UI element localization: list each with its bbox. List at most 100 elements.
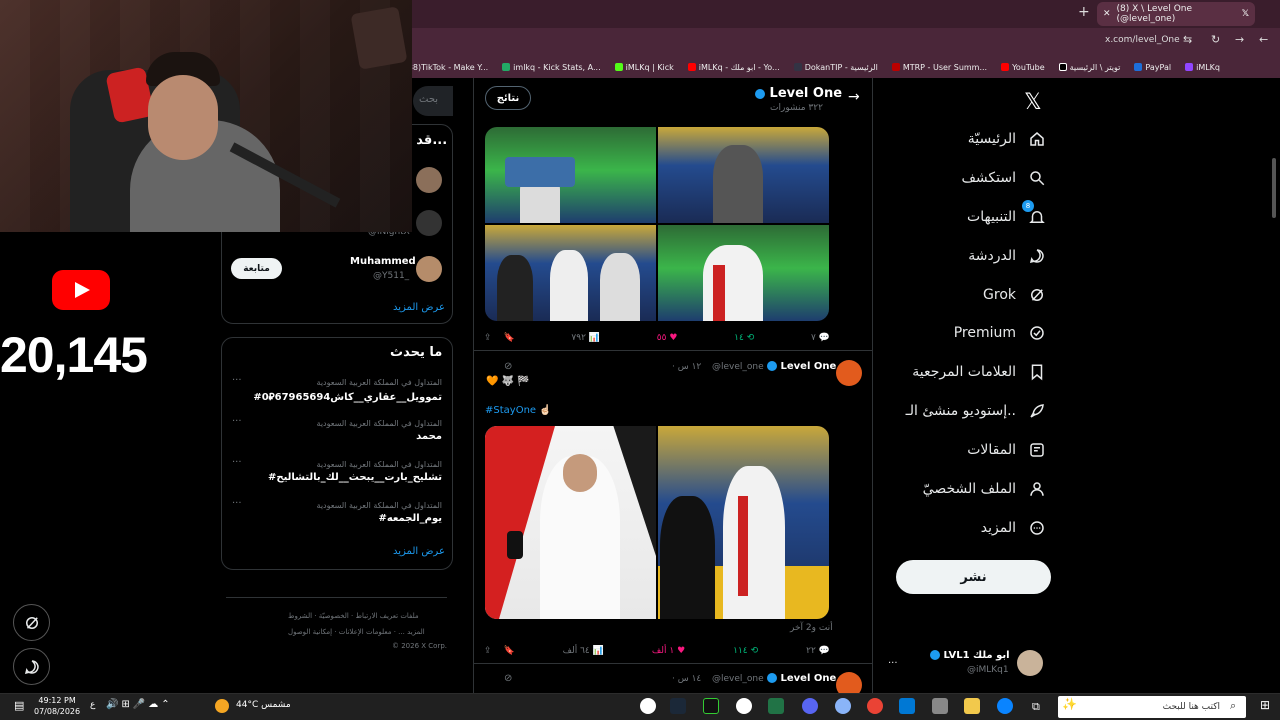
grok-icon[interactable]: ⊘	[504, 361, 512, 372]
trend-name[interactable]: #تموويل__عقاري__كاش67965694⃁0	[230, 390, 442, 403]
trend-name[interactable]: #تشليح_بارت__يبحث__لك_بالتشاليح	[230, 472, 442, 483]
nav-premium[interactable]: Premium	[880, 318, 1046, 348]
reload-icon[interactable]: ↻	[1211, 33, 1220, 46]
footer-link[interactable]: معلومات الإعلانات	[339, 628, 392, 636]
nav-home[interactable]: الرئيسيّة	[880, 124, 1046, 154]
share-icon[interactable]: ⇪	[484, 646, 492, 656]
reply-button[interactable]: 💬 ٧	[811, 330, 830, 346]
app-icon[interactable]	[703, 698, 719, 714]
start-button[interactable]: ⊞	[1260, 698, 1270, 712]
footer-link[interactable]: إمكانية الوصول	[288, 628, 332, 636]
bookmark-icon[interactable]: 🔖	[504, 646, 515, 656]
bookmark-item[interactable]: iMLKq | Kick	[614, 63, 674, 72]
nav-articles[interactable]: المقالات	[880, 435, 1046, 465]
discord-app-icon[interactable]	[802, 698, 818, 714]
new-tab-button[interactable]: +	[1078, 4, 1090, 20]
bookmark-item[interactable]: تويتر \ الرئيسية	[1058, 63, 1120, 72]
more-options-icon[interactable]: ···	[232, 416, 242, 427]
liked-by-caption[interactable]: أنت و2 آخر	[790, 623, 833, 633]
footer-link[interactable]: الشروط	[288, 612, 312, 620]
like-button[interactable]: ♥ ١ ألف	[652, 643, 685, 659]
show-more-link[interactable]: عرض المزيد	[393, 302, 445, 313]
footer-link[interactable]: ملفات تعريف الارتباط	[356, 612, 419, 620]
bookmark-item[interactable]: imlkq - Kick Stats, A...	[502, 63, 601, 72]
forward-icon[interactable]: →	[1235, 33, 1244, 46]
nav-explore[interactable]: استكشف	[880, 163, 1046, 193]
nav-notifications[interactable]: التنبيهات 8	[880, 200, 1046, 232]
back-icon[interactable]: ←	[1259, 33, 1268, 46]
system-tray-icons[interactable]: 🔊⊞🎤☁⌃	[106, 699, 173, 710]
bookmark-item[interactable]: MTRP - User Summ...	[891, 63, 987, 72]
tweet-author-name[interactable]: Level One	[767, 673, 836, 684]
tweet-media-image[interactable]	[658, 127, 829, 223]
avatar[interactable]	[416, 210, 442, 236]
repost-button[interactable]: ⟲ ١٤	[734, 330, 754, 346]
weather-text[interactable]: 44°C مشمس	[236, 700, 291, 710]
store-app-icon[interactable]	[932, 698, 948, 714]
nav-grok[interactable]: Grok	[880, 280, 1046, 310]
tweet-author-name[interactable]: Level One	[767, 361, 836, 372]
footer-link[interactable]: الخصوصيّة	[319, 612, 349, 620]
post-button[interactable]: نشر	[896, 560, 1051, 594]
tweet-media-image[interactable]	[658, 225, 829, 321]
repost-button[interactable]: ⟲ ١١٤	[733, 643, 758, 659]
tweet-media-image[interactable]	[658, 426, 829, 619]
site-settings-icon[interactable]: ⇆	[1183, 33, 1192, 46]
chrome-app-icon[interactable]	[640, 698, 656, 714]
url-field[interactable]: x.com/level_One	[1105, 35, 1180, 45]
trend-name[interactable]: #يوم_الجمعه	[230, 513, 442, 524]
chrome-app-icon[interactable]	[867, 698, 883, 714]
avatar[interactable]	[836, 360, 862, 386]
tweet-timestamp[interactable]: · ١٢ س	[672, 362, 701, 372]
nav-chat[interactable]: الدردشة	[880, 241, 1046, 271]
search-highlight-icon[interactable]: ✨	[1062, 697, 1077, 711]
tweet-text[interactable]: #StayOne ☝🏻	[485, 405, 552, 416]
user-name[interactable]: Muhammed	[350, 256, 416, 267]
x-logo-icon[interactable]: 𝕏	[1024, 90, 1042, 115]
more-options-icon[interactable]: ···	[232, 457, 242, 468]
steam-app-icon[interactable]	[670, 698, 686, 714]
messages-float-button[interactable]	[13, 648, 50, 685]
trend-name[interactable]: محمد	[230, 431, 442, 442]
nav-more[interactable]: المزيد	[880, 513, 1046, 543]
copilot-app-icon[interactable]	[835, 698, 851, 714]
grok-icon[interactable]: ⊘	[504, 673, 512, 684]
tweet-media-image[interactable]	[485, 127, 656, 223]
avatar[interactable]	[1017, 650, 1043, 676]
close-tab-icon[interactable]: ✕	[1103, 9, 1111, 19]
nav-bookmarks[interactable]: العلامات المرجعية	[880, 357, 1046, 387]
search-input[interactable]: بحث	[413, 86, 453, 116]
show-more-link[interactable]: عرض المزيد	[393, 546, 445, 557]
nav-creator-studio[interactable]: إستوديو منشئ الـ..	[880, 396, 1046, 426]
obs-app-icon[interactable]	[736, 698, 752, 714]
edge-app-icon[interactable]	[997, 698, 1013, 714]
taskbar-search-input[interactable]: اكتب هنا للبحث	[1058, 696, 1246, 718]
notifications-icon[interactable]: ▤	[14, 699, 24, 712]
bookmark-item[interactable]: PayPal	[1134, 63, 1171, 72]
bookmark-item[interactable]: iMLKq	[1185, 63, 1220, 72]
avatar[interactable]	[416, 256, 442, 282]
language-indicator[interactable]: ع	[90, 700, 95, 710]
taskbar-clock[interactable]: 49:12 PM 07/08/2026	[34, 695, 80, 717]
bookmark-icon[interactable]: 🔖	[504, 333, 515, 343]
account-menu-icon[interactable]: ...	[888, 655, 898, 666]
grok-float-button[interactable]	[13, 604, 50, 641]
bookmark-item[interactable]: YouTube	[1001, 63, 1045, 72]
bookmark-item[interactable]: iMLKq - ابو ملك - Yo...	[687, 63, 780, 72]
file-explorer-icon[interactable]	[964, 698, 980, 714]
back-arrow-icon[interactable]: →	[848, 89, 860, 105]
share-icon[interactable]: ⇪	[484, 333, 492, 343]
avatar[interactable]	[416, 167, 442, 193]
follow-button[interactable]: متابعة	[231, 258, 282, 279]
tweet-media-image[interactable]	[485, 426, 656, 619]
reply-button[interactable]: 💬 ٢٢	[806, 643, 830, 659]
excel-app-icon[interactable]	[768, 698, 784, 714]
tweet-media-image[interactable]	[485, 225, 656, 321]
task-view-icon[interactable]: ⧉	[1032, 700, 1040, 714]
account-name[interactable]: LVL1 ابو ملك	[930, 650, 1010, 661]
like-button[interactable]: ♥ ٥٥	[657, 330, 678, 346]
browser-tab-active[interactable]: ✕ (8) X \ Level One (@level_one) 𝕏	[1097, 2, 1255, 26]
more-options-icon[interactable]: ···	[232, 375, 242, 386]
footer-link[interactable]: المزيد ...	[398, 628, 425, 636]
outlook-app-icon[interactable]	[899, 698, 915, 714]
